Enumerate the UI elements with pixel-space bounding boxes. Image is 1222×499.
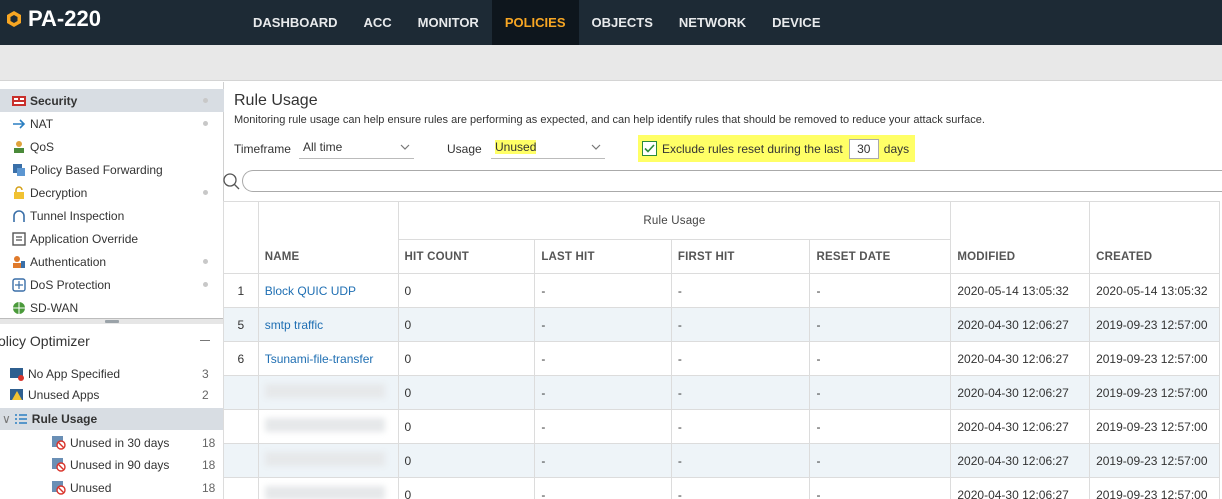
nav-acc[interactable]: ACC (351, 0, 405, 45)
rule-usage-list-icon (14, 412, 28, 426)
qos-icon (12, 140, 26, 154)
exclude-reset-label: Exclude rules reset during the last (662, 141, 843, 156)
nav-network[interactable]: NETWORK (666, 0, 759, 45)
usage-label: Usage (447, 142, 482, 156)
optimizer-unused-apps[interactable]: Unused Apps 2 (0, 384, 224, 406)
nav-dashboard[interactable]: DASHBOARD (240, 0, 351, 45)
sidebar-item-app-override[interactable]: Application Override (0, 227, 224, 250)
table-row[interactable]: 0 - - - 2020-04-30 12:06:27 2019-09-23 1… (223, 477, 1220, 499)
chevron-down-icon (591, 144, 601, 150)
rule-usage-group-header: Rule Usage (397, 201, 952, 240)
table-row[interactable]: 0 - - - 2020-04-30 12:06:27 2019-09-23 1… (223, 443, 1220, 478)
exclude-reset-option: Exclude rules reset during the last 30 d… (638, 135, 916, 162)
sidebar-item-qos[interactable]: QoS (0, 135, 224, 158)
expand-dot (203, 98, 208, 103)
expand-dot (203, 259, 208, 264)
unused-rule-icon (52, 481, 66, 495)
search-bar (222, 169, 1222, 193)
no-app-icon (10, 367, 24, 381)
col-last-hit[interactable]: LAST HIT (534, 239, 672, 274)
timeframe-label: Timeframe (234, 142, 291, 156)
sidebar-item-security[interactable]: Security (0, 89, 224, 112)
nav-monitor[interactable]: MONITOR (405, 0, 492, 45)
filter-bar: Timeframe All time Usage Unused Exclude … (234, 134, 1214, 162)
rule-name-link[interactable]: smtp traffic (265, 318, 323, 332)
expand-chevron-icon[interactable]: ∨ (2, 412, 11, 426)
unused-apps-warning-icon (10, 388, 24, 402)
rule-name-link[interactable]: Block QUIC UDP (265, 284, 356, 298)
unused-rule-icon (52, 458, 66, 472)
days-label: days (883, 141, 910, 156)
nav-policies[interactable]: POLICIES (491, 0, 579, 45)
policy-optimizer-header[interactable]: olicy Optimizer (0, 330, 224, 354)
table-row[interactable]: 6 Tsunami-file-transfer 0 - - - 2020-04-… (223, 341, 1220, 376)
col-hit-count[interactable]: HIT COUNT (397, 239, 536, 274)
table-row[interactable]: 0 - - - 2020-04-30 12:06:27 2019-09-23 1… (223, 409, 1220, 444)
col-name[interactable]: NAME (257, 201, 399, 274)
dos-shield-icon (12, 277, 26, 292)
checkmark-icon (644, 144, 655, 153)
collapse-icon[interactable] (200, 340, 210, 341)
decryption-lock-icon (12, 185, 26, 200)
brand-logo-icon (7, 11, 21, 27)
search-icon (223, 173, 240, 190)
optimizer-unused-90-days[interactable]: Unused in 90 days 18 (0, 454, 224, 476)
optimizer-unused-30-days[interactable]: Unused in 30 days 18 (0, 432, 224, 454)
exclude-reset-checkbox[interactable] (642, 141, 657, 156)
rule-name-link[interactable]: Tsunami-file-transfer (265, 352, 374, 366)
security-policy-icon (12, 94, 26, 108)
table-row[interactable]: 0 - - - 2020-04-30 12:06:27 2019-09-23 1… (223, 375, 1220, 410)
chevron-down-icon (400, 144, 410, 150)
sidebar-item-nat[interactable]: NAT (0, 112, 224, 135)
timeframe-select[interactable]: All time (299, 137, 414, 159)
redacted-rule-name (264, 486, 385, 499)
top-nav-bar: PA-220 DASHBOARD ACC MONITOR POLICIES OB… (0, 0, 1222, 45)
main-nav: DASHBOARD ACC MONITOR POLICIES OBJECTS N… (240, 0, 834, 45)
pbf-icon (12, 163, 26, 177)
nav-objects[interactable]: OBJECTS (579, 0, 666, 45)
row-number-header (223, 201, 259, 274)
app-override-icon (12, 231, 26, 246)
policy-sidebar: Security NAT QoS Policy Based Forwarding… (0, 82, 224, 499)
expand-dot (203, 121, 208, 126)
page-description: Monitoring rule usage can help ensure ru… (234, 114, 985, 126)
table-row[interactable]: 5 smtp traffic 0 - - - 2020-04-30 12:06:… (223, 307, 1220, 342)
sidebar-item-sd-wan[interactable]: SD-WAN (0, 296, 224, 319)
table-row[interactable]: 1 Block QUIC UDP 0 - - - 2020-05-14 13:0… (223, 273, 1220, 308)
col-created[interactable]: CREATED (1089, 201, 1220, 274)
col-first-hit[interactable]: FIRST HIT (670, 239, 811, 274)
sd-wan-globe-icon (12, 301, 26, 315)
expand-dot (203, 190, 208, 195)
usage-select[interactable]: Unused (491, 137, 605, 159)
search-input[interactable] (242, 170, 1222, 192)
panel-splitter[interactable] (0, 318, 224, 324)
optimizer-rule-usage[interactable]: ∨ Rule Usage (0, 408, 224, 430)
unused-rule-icon (52, 436, 66, 450)
col-reset-date[interactable]: RESET DATE (809, 239, 952, 274)
nat-arrow-icon (12, 117, 26, 131)
optimizer-unused[interactable]: Unused 18 (0, 477, 224, 499)
col-modified[interactable]: MODIFIED (950, 201, 1091, 274)
redacted-rule-name (264, 452, 385, 466)
page-title: Rule Usage (234, 92, 318, 109)
expand-dot (203, 282, 208, 287)
sidebar-item-dos-protection[interactable]: DoS Protection (0, 273, 224, 296)
nav-device[interactable]: DEVICE (759, 0, 833, 45)
redacted-rule-name (264, 384, 385, 398)
tunnel-icon (12, 209, 26, 223)
brand-name: PA-220 (28, 6, 101, 31)
rule-usage-panel: Rule Usage Monitoring rule usage can hel… (222, 82, 1222, 499)
rule-usage-table: NAME Rule Usage MODIFIED CREATED HIT COU… (223, 201, 1220, 499)
authentication-icon (12, 255, 26, 269)
sidebar-item-decryption[interactable]: Decryption (0, 181, 224, 204)
brand: PA-220 (6, 4, 101, 34)
redacted-rule-name (264, 418, 385, 432)
sidebar-item-pbf[interactable]: Policy Based Forwarding (0, 158, 224, 181)
exclude-days-input[interactable]: 30 (848, 138, 879, 159)
toolbar-strip (0, 45, 1222, 81)
optimizer-no-app-specified[interactable]: No App Specified 3 (0, 363, 224, 385)
splitter-grip-icon[interactable] (105, 320, 119, 323)
sidebar-item-authentication[interactable]: Authentication (0, 250, 224, 273)
sidebar-item-tunnel-inspection[interactable]: Tunnel Inspection (0, 204, 224, 227)
